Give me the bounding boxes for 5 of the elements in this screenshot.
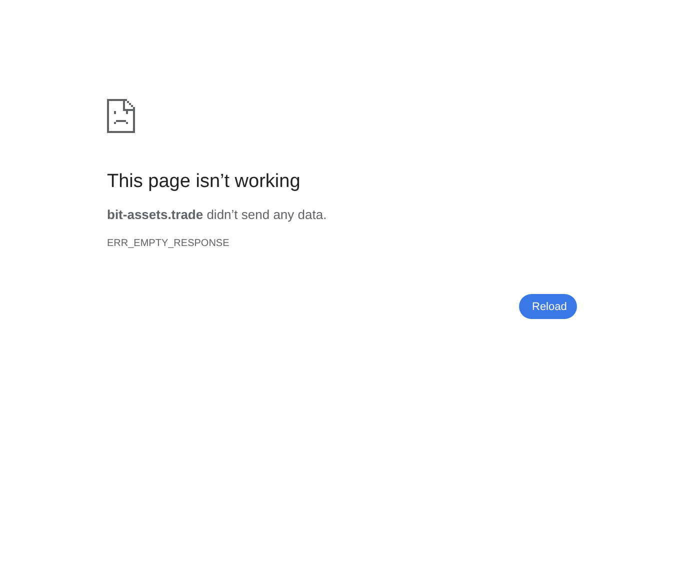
error-message: bit-assets.trade didn’t send any data. bbox=[107, 206, 328, 224]
error-heading: This page isn’t working bbox=[107, 170, 302, 194]
sad-page-icon bbox=[107, 99, 135, 133]
reload-button[interactable]: Reload bbox=[519, 294, 577, 319]
error-code: ERR_EMPTY_RESPONSE bbox=[107, 238, 230, 250]
